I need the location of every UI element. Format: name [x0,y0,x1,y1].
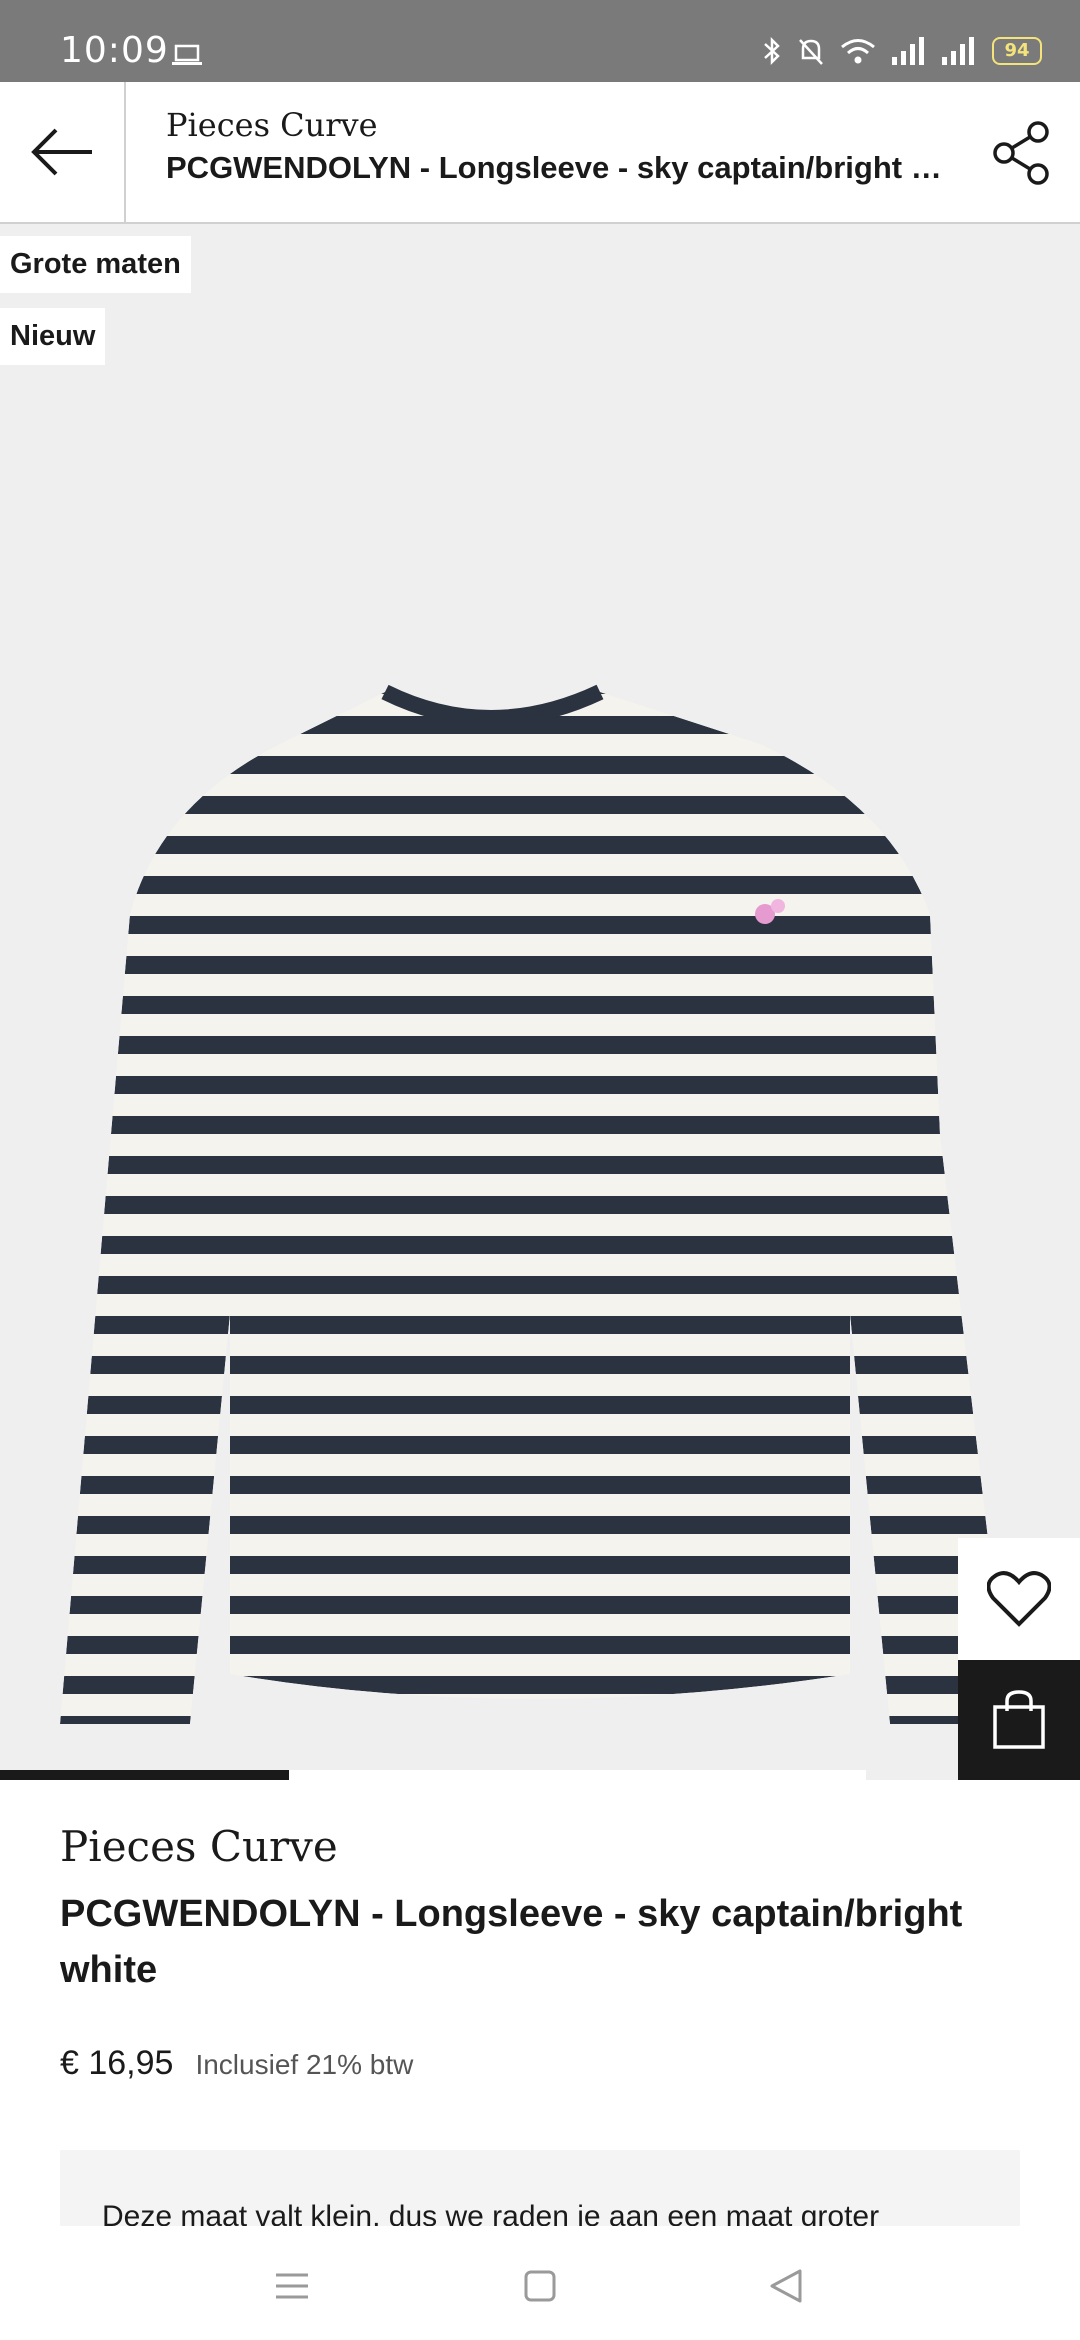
menu-icon [276,2273,308,2299]
status-icons: 94 [762,36,1042,66]
add-to-bag-button[interactable] [958,1660,1080,1780]
wishlist-button[interactable] [958,1538,1080,1660]
status-bar: 10:09 94 [0,0,1080,82]
home-nav-button[interactable] [510,2256,570,2316]
header-title: PCGWENDOLYN - Longsleeve - sky captain/b… [166,150,946,185]
shopping-bag-icon [993,1690,1045,1749]
vat-note: Inclusief 21% btw [195,2049,414,2080]
share-icon[interactable] [990,120,1056,186]
navigation-bar [0,2226,1080,2340]
arrow-left-icon [31,128,92,176]
square-icon [524,2270,556,2302]
badge-plus-size: Grote maten [0,236,191,293]
size-notice: Deze maat valt klein, dus we raden je aa… [60,2150,1020,2230]
status-time: 10:09 [60,30,169,71]
signal-icon-2 [942,37,974,65]
product-price: € 16,95 [60,2044,174,2082]
bell-muted-icon [799,39,823,65]
laptop-icon [172,44,202,65]
triangle-back-icon [770,2269,802,2303]
product-header: Pieces Curve PCGWENDOLYN - Longsleeve - … [0,82,1080,225]
signal-icon-1 [892,37,924,65]
battery-indicator: 94 [992,37,1042,65]
wifi-icon [841,39,875,64]
carousel-progress [0,1770,866,1780]
product-title: PCGWENDOLYN - Longsleeve - sky captain/b… [60,1893,963,1991]
bluetooth-icon [764,36,780,66]
menu-nav-button[interactable] [262,2256,322,2316]
heart-icon [987,1571,1051,1627]
product-image-carousel[interactable]: Grote maten Nieuw [0,224,1080,1780]
product-image [60,684,1010,1724]
badge-new: Nieuw [0,308,106,365]
product-brand[interactable]: Pieces Curve [60,1822,338,1871]
carousel-progress-active [0,1770,289,1780]
price-row: € 16,95 Inclusief 21% btw [60,2044,413,2083]
back-button[interactable] [0,82,126,222]
back-nav-button[interactable] [756,2256,816,2316]
header-brand: Pieces Curve [166,106,378,144]
